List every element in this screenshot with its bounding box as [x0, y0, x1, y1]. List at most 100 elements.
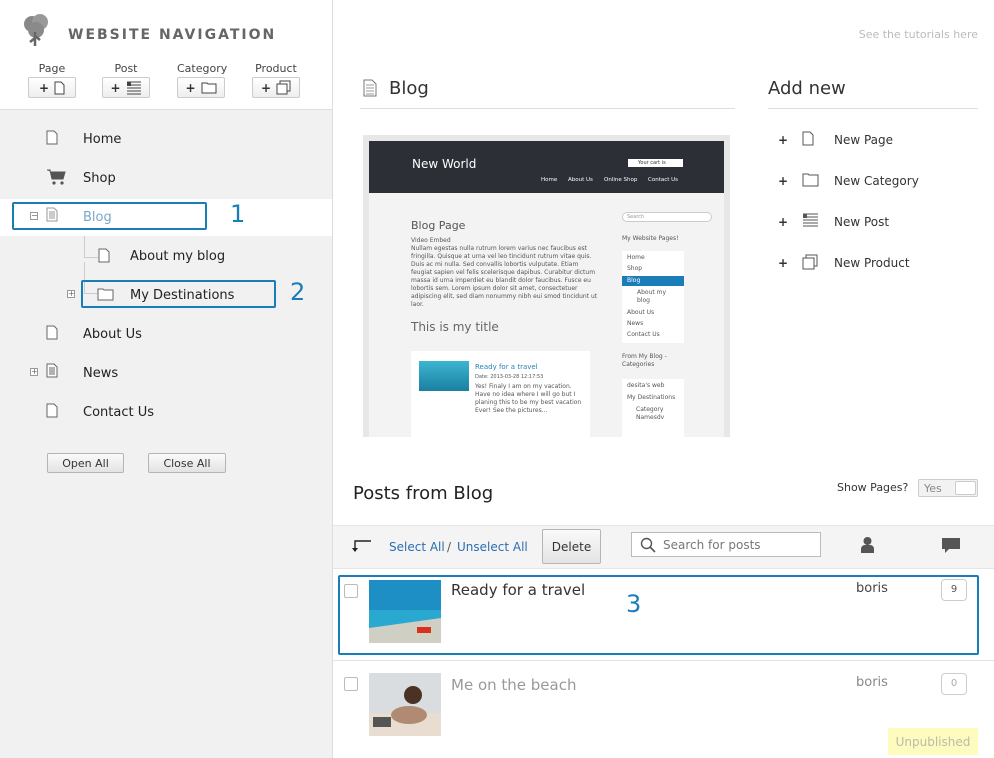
sidebar-item-shop[interactable]: Shop: [0, 160, 332, 196]
toggle-knob[interactable]: [955, 481, 976, 495]
open-all-button[interactable]: Open All: [47, 453, 124, 473]
callout-box-3: [338, 575, 979, 655]
add-new-title: Add new: [768, 78, 846, 99]
page-icon: [46, 130, 58, 145]
preview-page-item: Contact Us: [627, 331, 660, 338]
divider: [360, 108, 735, 109]
bulk-select-arrow-icon: [352, 540, 371, 552]
add-post-label: Post: [114, 62, 138, 75]
preview-post-card: Ready for a travel Date: 2013-03-28 12:1…: [411, 351, 590, 437]
blog-preview-page: New World Your cart is empty Home About …: [369, 141, 724, 437]
preview-search: Search: [622, 212, 712, 222]
preview-categories-title: From My Blog - Categories: [622, 353, 667, 368]
callout-number-1: 1: [230, 200, 246, 228]
tree-logo-icon: [24, 14, 48, 46]
search-posts-field[interactable]: Search for posts: [631, 532, 821, 557]
preview-nav-contact: Contact Us: [648, 177, 679, 183]
show-pages-label: Show Pages?: [837, 481, 909, 494]
preview-page-item: News: [627, 320, 644, 327]
add-page-label: Page: [38, 62, 66, 75]
brand-title: WEBSITE NAVIGATION: [68, 27, 277, 43]
post-thumbnail: [369, 673, 441, 736]
sidebar-item-contact-us[interactable]: Contact Us: [0, 394, 332, 430]
preview-pages-list: Home Shop Blog About my blog About Us Ne…: [622, 251, 684, 343]
preview-page-item-active: Blog: [622, 276, 684, 286]
unpublished-badge: Unpublished: [888, 728, 978, 755]
preview-nav-shop: Online Shop: [604, 177, 638, 183]
preview-category-item: desita's web: [627, 382, 665, 389]
expand-icon[interactable]: +: [67, 290, 75, 298]
blog-section-title: Blog: [389, 78, 429, 99]
preview-nav-about: About Us: [568, 177, 593, 183]
add-page-button[interactable]: +: [28, 77, 76, 98]
plus-icon: +: [778, 133, 789, 147]
post-title[interactable]: Me on the beach: [451, 676, 576, 694]
add-new-product-label: New Product: [834, 256, 910, 270]
preview-categories-list: desita's web My Destinations Category Na…: [622, 379, 684, 437]
callout-number-3: 3: [626, 590, 642, 618]
callout-number-2: 2: [290, 278, 306, 306]
folder-icon: [802, 173, 819, 187]
preview-header: New World Your cart is empty Home About …: [369, 141, 724, 193]
post-page-icon: [363, 79, 377, 97]
sidebar-item-about-us[interactable]: About Us: [0, 316, 332, 352]
post-icon: [126, 81, 141, 94]
add-category-group: Category +: [177, 62, 227, 98]
show-pages-toggle[interactable]: Yes: [918, 479, 978, 497]
posts-section-title: Posts from Blog: [353, 483, 494, 504]
plus-icon: +: [260, 80, 272, 95]
preview-nav-home: Home: [541, 177, 558, 183]
add-post-button[interactable]: +: [102, 77, 150, 98]
page-icon: [46, 325, 58, 340]
preview-post-link: Ready for a travel: [475, 363, 538, 371]
page-icon: [98, 248, 110, 263]
sidebar-item-label: News: [83, 365, 119, 381]
preview-page-item: About Us: [627, 309, 655, 316]
add-new-page-label: New Page: [834, 133, 894, 147]
tutorials-link[interactable]: See the tutorials here: [859, 28, 978, 41]
page-icon: [54, 81, 65, 94]
delete-button[interactable]: Delete: [542, 529, 601, 564]
add-product-label: Product: [255, 62, 297, 75]
preview-pages-title: My Website Pages!: [622, 235, 679, 242]
sidebar-item-news[interactable]: + News: [0, 355, 332, 391]
expand-icon[interactable]: +: [30, 368, 38, 376]
add-page-group: Page +: [28, 62, 76, 98]
sidebar-item-label: Shop: [83, 170, 116, 186]
plus-icon: +: [185, 80, 196, 95]
preview-body: Nullam egestas nulla rutrum lorem varius…: [411, 245, 598, 308]
select-all-link[interactable]: Select All: [389, 540, 445, 554]
sidebar-header: WEBSITE NAVIGATION Page + Post + Categor…: [0, 0, 332, 110]
page-icon: [802, 131, 814, 146]
post-page-icon: [46, 363, 58, 378]
preview-post-body: Yes! Finaly I am on my vacation. Have no…: [475, 383, 582, 414]
sidebar-item-label: Contact Us: [83, 404, 154, 420]
callout-box-1: [12, 202, 207, 230]
plus-icon: +: [778, 174, 789, 188]
blog-preview[interactable]: New World Your cart is empty Home About …: [363, 135, 730, 437]
preview-my-title: This is my title: [411, 320, 499, 334]
post-checkbox[interactable]: [344, 677, 358, 691]
sidebar-item-label: Home: [83, 131, 122, 147]
add-category-button[interactable]: +: [177, 77, 225, 98]
product-icon: [802, 254, 818, 270]
preview-post-thumbnail: [419, 361, 469, 391]
preview-category-item: My Destinations: [627, 394, 676, 401]
close-all-button[interactable]: Close All: [148, 453, 226, 473]
cart-icon: [47, 169, 66, 185]
preview-category-item: Category Namesdv: [636, 406, 665, 421]
plus-icon: +: [38, 80, 50, 95]
search-placeholder: Search for posts: [663, 538, 761, 552]
unselect-all-link[interactable]: Unselect All: [457, 540, 528, 554]
comments-column-icon: [942, 538, 960, 553]
divider: [768, 108, 978, 109]
preview-page-item: About my blog: [637, 289, 667, 304]
add-product-button[interactable]: +: [252, 77, 300, 98]
sidebar-item-label: About my blog: [130, 248, 226, 264]
comment-count-badge[interactable]: 0: [941, 673, 967, 695]
product-icon: [276, 80, 291, 95]
preview-page-item: Home: [627, 254, 645, 261]
add-category-label: Category: [177, 62, 228, 75]
sidebar-item-home[interactable]: Home: [0, 121, 332, 157]
sidebar-item-about-my-blog[interactable]: About my blog: [0, 238, 332, 274]
